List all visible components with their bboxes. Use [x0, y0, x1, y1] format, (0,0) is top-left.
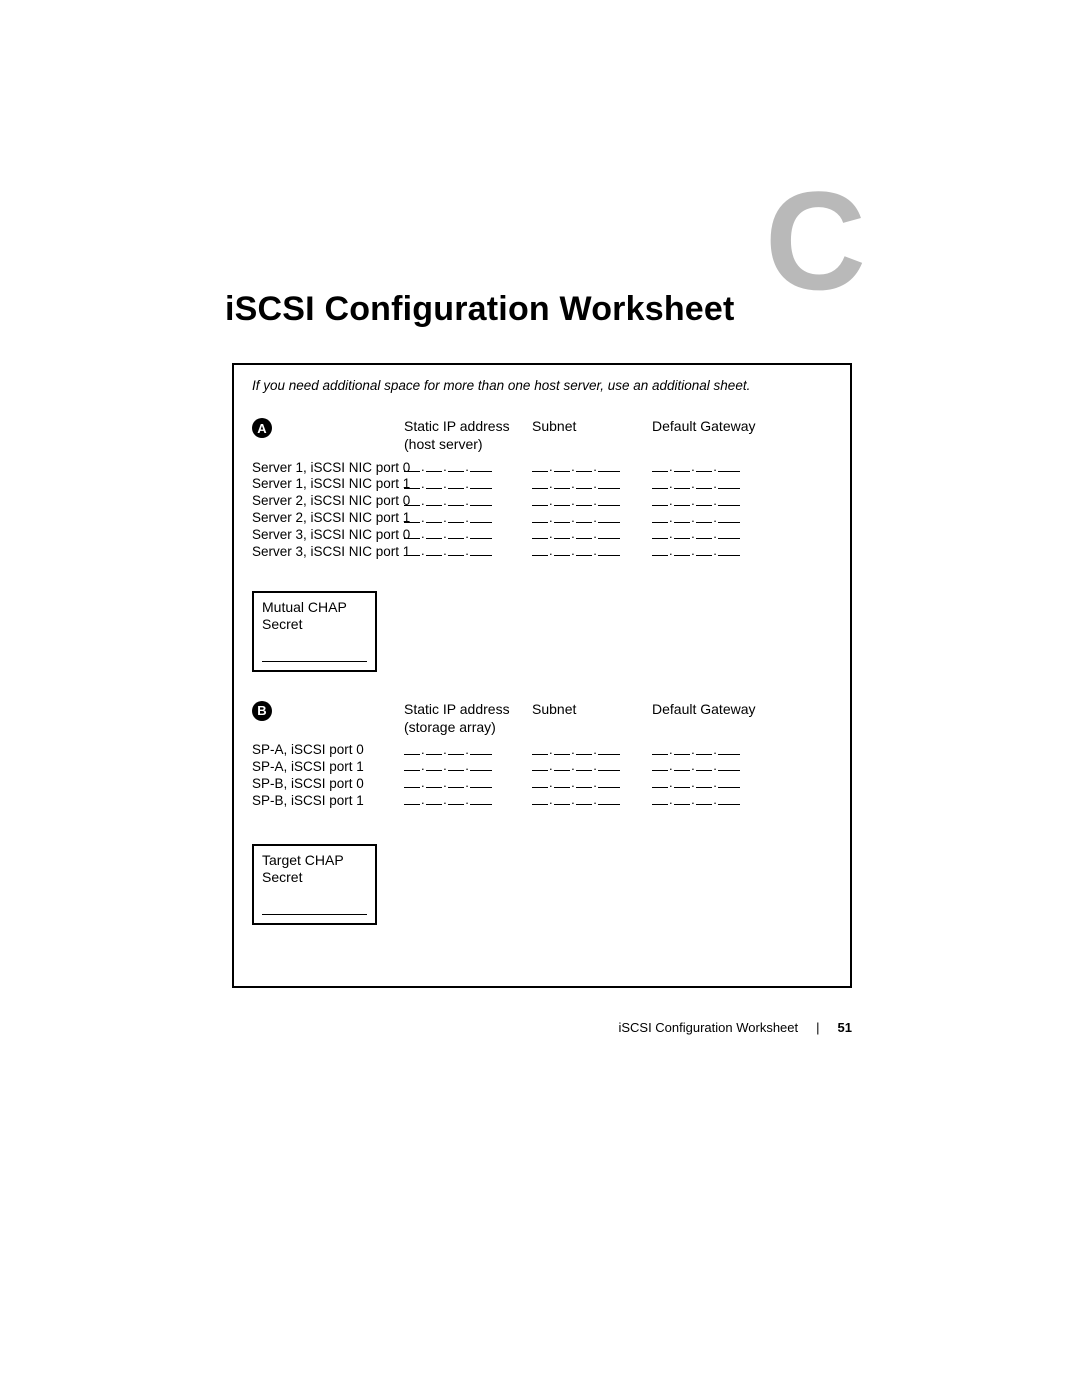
table-row: SP-B, iSCSI port 1.........	[252, 793, 832, 810]
col-header-ip-b: Static IP address (storage array)	[404, 700, 532, 736]
row-label: SP-A, iSCSI port 0	[252, 742, 404, 759]
worksheet-box: If you need additional space for more th…	[232, 363, 852, 988]
ip-blank: ...	[404, 793, 532, 809]
row-label: SP-A, iSCSI port 1	[252, 759, 404, 776]
ip-blank: ...	[532, 477, 652, 493]
ip-blank: ...	[652, 759, 782, 775]
ip-blank: ...	[532, 793, 652, 809]
section-a-header-row: A Static IP address (host server) Subnet…	[252, 417, 832, 453]
footer: iSCSI Configuration Worksheet | 51	[232, 1020, 852, 1035]
ip-blank: ...	[404, 544, 532, 560]
appendix-letter: C	[765, 160, 862, 322]
row-label: Server 2, iSCSI NIC port 1	[252, 510, 404, 527]
table-row: SP-A, iSCSI port 1.........	[252, 759, 832, 776]
page: C iSCSI Configuration Worksheet If you n…	[0, 0, 1080, 1397]
table-row: Server 1, iSCSI NIC port 0.........	[252, 460, 832, 477]
col-header-subnet-b: Subnet	[532, 700, 652, 718]
ip-blank: ...	[532, 776, 652, 792]
ip-blank: ...	[532, 759, 652, 775]
row-label: SP-B, iSCSI port 1	[252, 793, 404, 810]
col-header-gateway-b: Default Gateway	[652, 700, 782, 718]
section-b: B Static IP address (storage array) Subn…	[252, 700, 832, 925]
footer-page-number: 51	[838, 1020, 852, 1035]
ip-blank: ...	[652, 743, 782, 759]
col-header-ip-a: Static IP address (host server)	[404, 417, 532, 453]
row-label: Server 1, iSCSI NIC port 0	[252, 460, 404, 477]
ip-blank: ...	[404, 743, 532, 759]
row-label: Server 3, iSCSI NIC port 0	[252, 527, 404, 544]
ip-blank: ...	[532, 544, 652, 560]
mutual-chap-box: Mutual CHAP Secret	[252, 591, 377, 672]
ip-blank: ...	[652, 460, 782, 476]
table-row: SP-A, iSCSI port 0.........	[252, 742, 832, 759]
ip-blank: ...	[404, 494, 532, 510]
section-a: A Static IP address (host server) Subnet…	[252, 417, 832, 672]
ip-blank: ...	[652, 544, 782, 560]
ip-blank: ...	[652, 494, 782, 510]
mutual-chap-label: Mutual CHAP Secret	[262, 599, 367, 634]
row-label: Server 1, iSCSI NIC port 1	[252, 476, 404, 493]
table-row: SP-B, iSCSI port 0.........	[252, 776, 832, 793]
target-chap-blank	[262, 901, 367, 915]
col-header-subnet-a: Subnet	[532, 417, 652, 435]
table-row: Server 3, iSCSI NIC port 0.........	[252, 527, 832, 544]
ip-blank: ...	[652, 527, 782, 543]
ip-blank: ...	[532, 527, 652, 543]
note-text: If you need additional space for more th…	[252, 377, 832, 395]
table-row: Server 1, iSCSI NIC port 1.........	[252, 476, 832, 493]
ip-blank: ...	[404, 460, 532, 476]
footer-section: iSCSI Configuration Worksheet	[618, 1020, 798, 1035]
ip-blank: ...	[404, 776, 532, 792]
mutual-chap-blank	[262, 648, 367, 662]
ip-blank: ...	[404, 759, 532, 775]
badge-b: B	[252, 701, 272, 721]
ip-blank: ...	[532, 743, 652, 759]
ip-blank: ...	[652, 477, 782, 493]
ip-blank: ...	[532, 511, 652, 527]
ip-blank: ...	[532, 494, 652, 510]
badge-a: A	[252, 418, 272, 438]
ip-blank: ...	[652, 776, 782, 792]
row-label: Server 2, iSCSI NIC port 0	[252, 493, 404, 510]
target-chap-box: Target CHAP Secret	[252, 844, 377, 925]
footer-separator: |	[816, 1020, 819, 1035]
target-chap-label: Target CHAP Secret	[262, 852, 367, 887]
page-title: iSCSI Configuration Worksheet	[225, 290, 735, 329]
ip-blank: ...	[532, 460, 652, 476]
ip-blank: ...	[652, 793, 782, 809]
table-row: Server 2, iSCSI NIC port 1.........	[252, 510, 832, 527]
table-row: Server 3, iSCSI NIC port 1.........	[252, 544, 832, 561]
ip-blank: ...	[404, 527, 532, 543]
ip-blank: ...	[404, 477, 532, 493]
rows-b: SP-A, iSCSI port 0.........SP-A, iSCSI p…	[252, 742, 832, 810]
col-header-gateway-a: Default Gateway	[652, 417, 782, 435]
ip-blank: ...	[652, 511, 782, 527]
row-label: Server 3, iSCSI NIC port 1	[252, 544, 404, 561]
rows-a: Server 1, iSCSI NIC port 0.........Serve…	[252, 460, 832, 561]
section-b-header-row: B Static IP address (storage array) Subn…	[252, 700, 832, 736]
row-label: SP-B, iSCSI port 0	[252, 776, 404, 793]
table-row: Server 2, iSCSI NIC port 0.........	[252, 493, 832, 510]
ip-blank: ...	[404, 511, 532, 527]
